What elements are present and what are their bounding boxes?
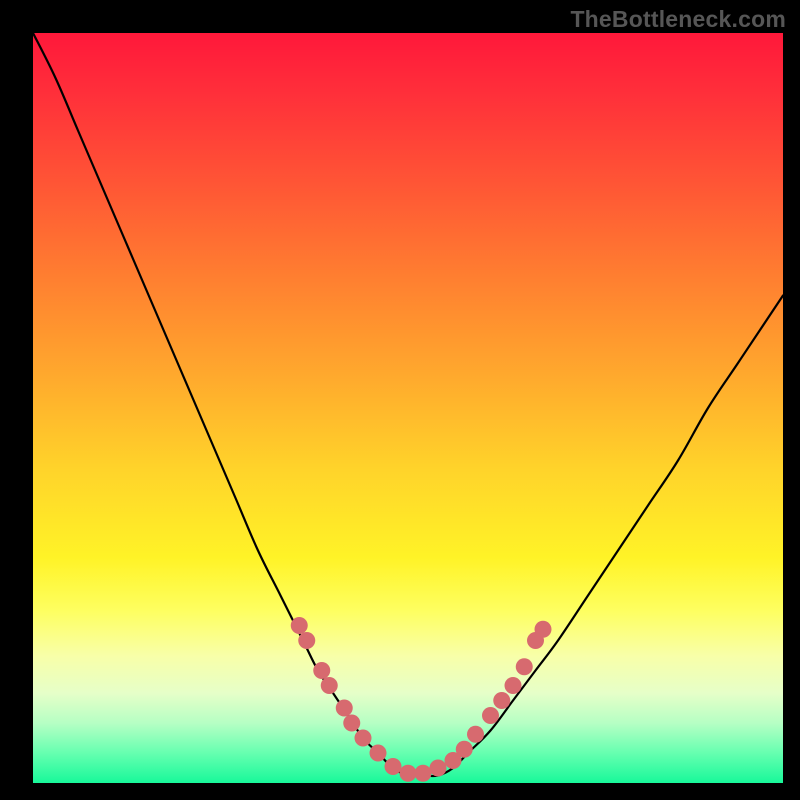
data-marker [467, 726, 484, 743]
chart-plot-area [33, 33, 783, 783]
marker-cluster-right [445, 621, 552, 769]
data-marker [535, 621, 552, 638]
data-marker [415, 765, 432, 782]
chart-frame: TheBottleneck.com [0, 0, 800, 800]
data-marker [298, 632, 315, 649]
data-marker [291, 617, 308, 634]
bottleneck-curve [33, 33, 783, 776]
data-marker [336, 700, 353, 717]
data-marker [370, 745, 387, 762]
data-marker [343, 715, 360, 732]
data-marker [456, 741, 473, 758]
marker-cluster-left [291, 617, 447, 782]
watermark-label: TheBottleneck.com [570, 6, 786, 33]
data-marker [400, 765, 417, 782]
data-marker [430, 760, 447, 777]
data-marker [493, 692, 510, 709]
data-marker [505, 677, 522, 694]
chart-svg [33, 33, 783, 783]
data-marker [385, 758, 402, 775]
data-marker [482, 707, 499, 724]
data-marker [516, 658, 533, 675]
data-marker [355, 730, 372, 747]
data-marker [313, 662, 330, 679]
data-marker [321, 677, 338, 694]
